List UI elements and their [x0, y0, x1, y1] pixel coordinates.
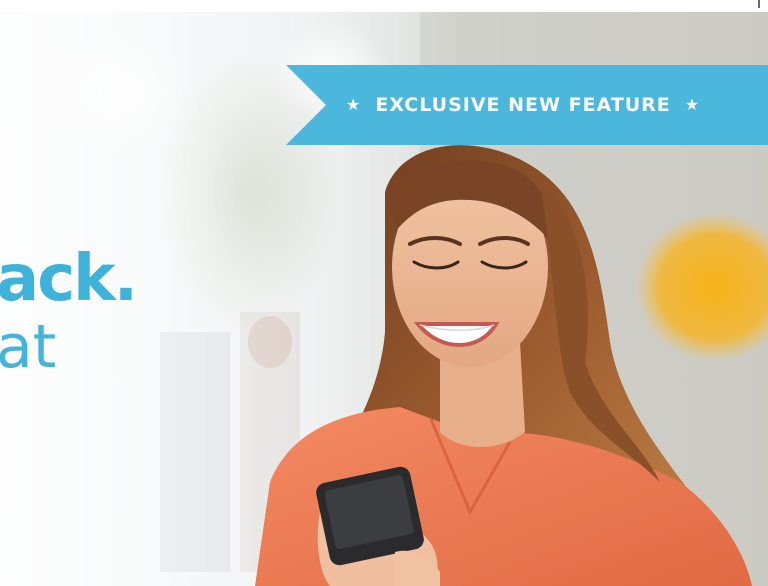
ribbon-label: EXCLUSIVE NEW FEATURE — [375, 94, 671, 116]
promo-banner-frame: ★ EXCLUSIVE NEW FEATURE ★ ack. at — [0, 0, 768, 586]
top-whitespace — [0, 0, 768, 12]
headline-primary: ack. — [0, 242, 138, 316]
feature-ribbon: ★ EXCLUSIVE NEW FEATURE ★ — [286, 65, 768, 145]
page-edge-marker — [758, 0, 760, 8]
headline-secondary: at — [0, 312, 57, 382]
ribbon-label-row: ★ EXCLUSIVE NEW FEATURE ★ — [346, 65, 756, 145]
star-icon: ★ — [684, 95, 701, 114]
star-icon: ★ — [346, 95, 362, 114]
headline-block: ack. at — [0, 242, 138, 382]
hero-image: ★ EXCLUSIVE NEW FEATURE ★ ack. at — [0, 12, 768, 586]
